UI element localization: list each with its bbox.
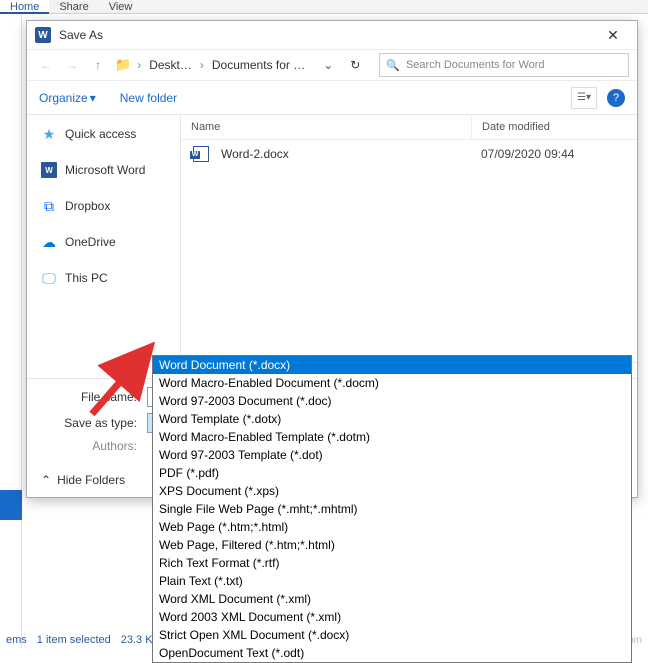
- sidebar-item-label: Dropbox: [65, 199, 110, 213]
- sidebar-item-quick-access[interactable]: ★ Quick access: [27, 121, 180, 147]
- type-option[interactable]: Word 2003 XML Document (*.xml): [153, 608, 631, 626]
- status-items: ems: [6, 634, 27, 646]
- star-icon: ★: [41, 126, 57, 142]
- file-list[interactable]: Word-2.docx 07/09/2020 09:44: [181, 140, 637, 362]
- refresh-button[interactable]: ↻: [343, 58, 367, 72]
- type-option[interactable]: Strict Open XML Document (*.docx): [153, 626, 631, 644]
- type-option[interactable]: Word XML Document (*.xml): [153, 590, 631, 608]
- ribbon-tab-share[interactable]: Share: [49, 0, 98, 14]
- docx-icon: [191, 146, 211, 162]
- monitor-icon: 🖵: [41, 270, 57, 286]
- column-headers: Name Date modified: [181, 115, 637, 140]
- nav-sidebar: ★ Quick access W Microsoft Word ⧉ Dropbo…: [27, 115, 181, 378]
- type-option[interactable]: OpenDocument Text (*.odt): [153, 644, 631, 662]
- ribbon-tab-view[interactable]: View: [99, 0, 143, 14]
- cloud-icon: ☁: [41, 234, 57, 250]
- type-option[interactable]: Web Page (*.htm;*.html): [153, 518, 631, 536]
- type-option[interactable]: Rich Text Format (*.rtf): [153, 554, 631, 572]
- back-button[interactable]: ←: [35, 54, 57, 76]
- type-option[interactable]: Word 97-2003 Template (*.dot): [153, 446, 631, 464]
- titlebar: W Save As ✕: [27, 21, 637, 49]
- file-name: Word-2.docx: [221, 147, 481, 161]
- explorer-selection-bg: [0, 490, 22, 520]
- save-as-type-label: Save as type:: [39, 416, 147, 430]
- column-date[interactable]: Date modified: [471, 115, 637, 139]
- type-option[interactable]: Word Document (*.docx): [153, 356, 631, 374]
- type-option[interactable]: Plain Text (*.txt): [153, 572, 631, 590]
- type-option[interactable]: Word Macro-Enabled Document (*.docm): [153, 374, 631, 392]
- dialog-title: Save As: [59, 28, 597, 42]
- ribbon-tab-home[interactable]: Home: [0, 0, 49, 14]
- type-option[interactable]: PDF (*.pdf): [153, 464, 631, 482]
- help-button[interactable]: ?: [607, 89, 625, 107]
- sidebar-item-label: Microsoft Word: [65, 163, 145, 177]
- file-name-label: File name:: [39, 390, 147, 404]
- hide-folders-button[interactable]: ⌃ Hide Folders: [41, 473, 125, 487]
- type-option[interactable]: Single File Web Page (*.mht;*.mhtml): [153, 500, 631, 518]
- ribbon: Home Share View: [0, 0, 648, 14]
- search-placeholder: Search Documents for Word: [406, 59, 545, 71]
- sidebar-item-label: This PC: [65, 271, 108, 285]
- explorer-sidebar-bg: [0, 14, 22, 648]
- chevron-down-icon: ▾: [90, 91, 96, 105]
- sidebar-item-onedrive[interactable]: ☁ OneDrive: [27, 229, 180, 255]
- address-bar: ← → ↑ 📁 › Deskt… › Documents for … ⌄ ↻ 🔍…: [27, 49, 637, 81]
- column-name[interactable]: Name: [181, 115, 471, 139]
- sidebar-item-label: OneDrive: [65, 235, 116, 249]
- search-icon: 🔍: [386, 59, 400, 72]
- forward-button[interactable]: →: [61, 54, 83, 76]
- save-type-dropdown[interactable]: Word Document (*.docx)Word Macro-Enabled…: [152, 355, 632, 663]
- type-option[interactable]: Word 97-2003 Document (*.doc): [153, 392, 631, 410]
- sidebar-item-this-pc[interactable]: 🖵 This PC: [27, 265, 180, 291]
- file-row[interactable]: Word-2.docx 07/09/2020 09:44: [181, 140, 637, 168]
- type-option[interactable]: Word Template (*.dotx): [153, 410, 631, 428]
- breadcrumb-sep: ›: [137, 58, 141, 72]
- breadcrumb-item[interactable]: Deskt…: [145, 56, 196, 74]
- organize-menu[interactable]: Organize▾: [39, 91, 96, 105]
- toolbar: Organize▾ New folder ☰▾ ?: [27, 81, 637, 115]
- sidebar-item-word[interactable]: W Microsoft Word: [27, 157, 180, 183]
- word-icon: W: [41, 162, 57, 178]
- breadcrumb-sep: ›: [200, 58, 204, 72]
- type-option[interactable]: XPS Document (*.xps): [153, 482, 631, 500]
- sidebar-item-label: Quick access: [65, 127, 136, 141]
- file-date: 07/09/2020 09:44: [481, 147, 574, 161]
- folder-icon: 📁: [115, 57, 131, 73]
- type-option[interactable]: Word Macro-Enabled Template (*.dotm): [153, 428, 631, 446]
- close-button[interactable]: ✕: [597, 27, 629, 44]
- search-input[interactable]: 🔍 Search Documents for Word: [379, 53, 629, 77]
- view-options-button[interactable]: ☰▾: [571, 87, 597, 109]
- up-button[interactable]: ↑: [87, 54, 109, 76]
- word-app-icon: W: [35, 27, 51, 43]
- file-list-area: Name Date modified Word-2.docx 07/09/202…: [181, 115, 637, 378]
- type-option[interactable]: Web Page, Filtered (*.htm;*.html): [153, 536, 631, 554]
- authors-label: Authors:: [39, 439, 147, 453]
- sidebar-item-dropbox[interactable]: ⧉ Dropbox: [27, 193, 180, 219]
- breadcrumb-dropdown[interactable]: ⌄: [317, 58, 339, 72]
- dialog-body: ★ Quick access W Microsoft Word ⧉ Dropbo…: [27, 115, 637, 378]
- breadcrumb-item[interactable]: Documents for …: [208, 56, 309, 74]
- status-selected: 1 item selected: [37, 634, 111, 646]
- new-folder-button[interactable]: New folder: [120, 91, 177, 105]
- dropbox-icon: ⧉: [41, 198, 57, 214]
- chevron-up-icon: ⌃: [41, 473, 51, 487]
